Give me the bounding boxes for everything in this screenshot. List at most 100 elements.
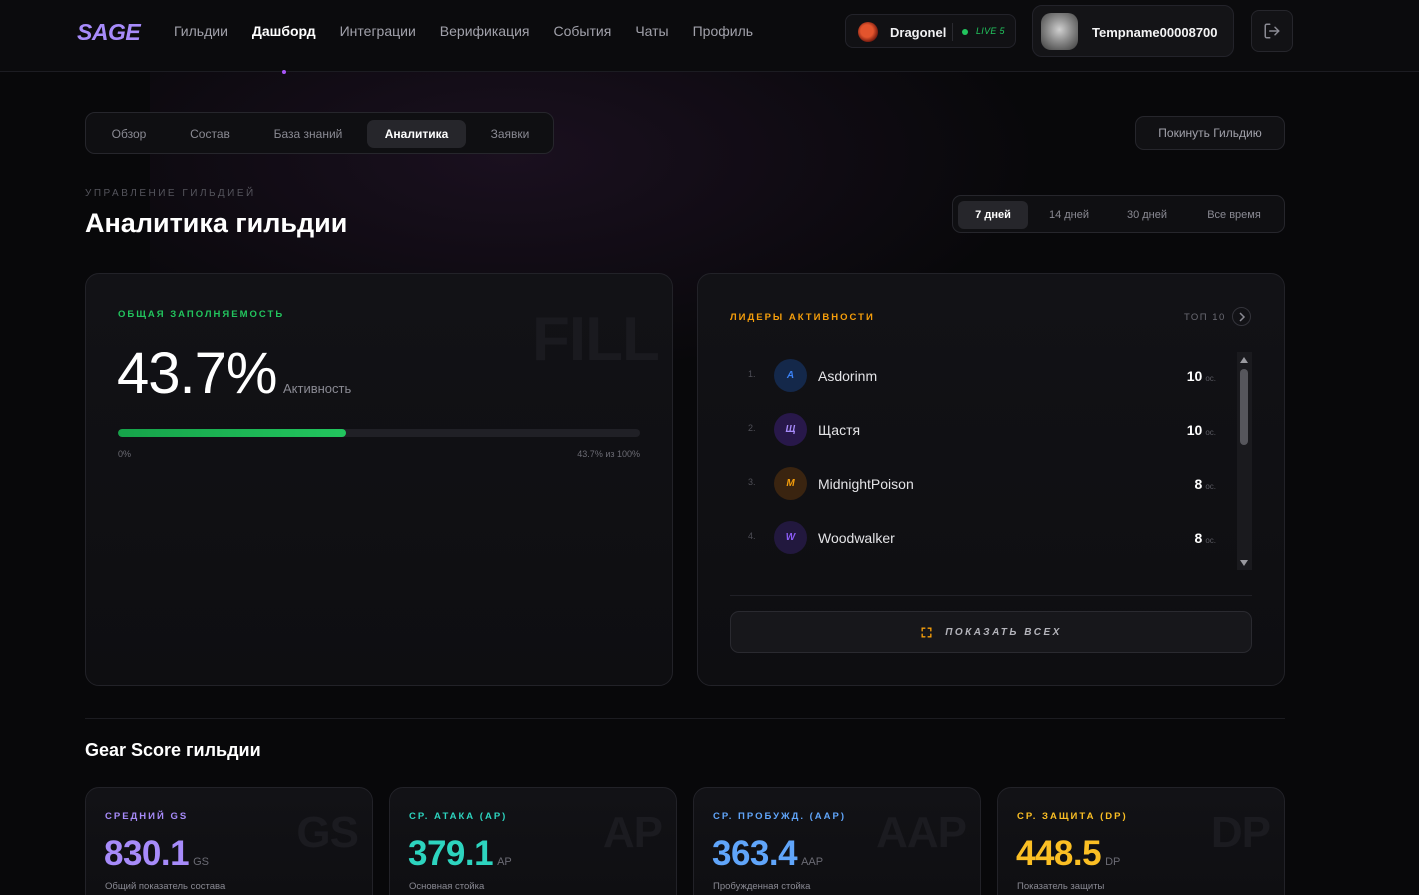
logout-icon xyxy=(1264,23,1280,39)
nav-item-guilds[interactable]: Гильдии xyxy=(174,23,228,39)
nav-item-events[interactable]: События xyxy=(554,23,612,39)
live-status-label: LIVE 5 xyxy=(976,26,1005,36)
server-divider xyxy=(952,23,953,41)
leaders-list: 1. A Asdorinm 10 ос. 2. Щ Щастя 10 ос. 3. … xyxy=(730,350,1220,570)
show-all-label: ПОКАЗАТЬ ВСЕХ xyxy=(945,626,1062,638)
scroll-down-icon[interactable] xyxy=(1240,560,1248,566)
stat-description: Общий показатель состава xyxy=(105,881,226,892)
fill-watermark: FILL xyxy=(532,305,660,374)
live-status-icon xyxy=(962,29,968,35)
leaders-card-label: ЛИДЕРЫ АКТИВНОСТИ xyxy=(730,312,875,323)
nav-item-chats[interactable]: Чаты xyxy=(635,23,668,39)
nav-item-profile[interactable]: Профиль xyxy=(693,23,753,39)
stat-card-average-dp: СР. ЗАЩИТА (DP) DP 448.5 DP Показатель за… xyxy=(997,787,1285,895)
page-eyebrow: УПРАВЛЕНИЕ ГИЛЬДИЕЙ xyxy=(85,188,256,199)
leader-name: MidnightPoison xyxy=(818,476,914,492)
leader-name: Woodwalker xyxy=(818,530,895,546)
user-profile-chip[interactable]: Tempname00008700 xyxy=(1032,5,1234,57)
server-name: Dragonel xyxy=(890,25,947,40)
leaders-scrollbar[interactable] xyxy=(1237,352,1252,570)
stat-watermark: DP xyxy=(1210,808,1271,857)
period-all-time[interactable]: Все время xyxy=(1189,201,1279,229)
chevron-right-icon xyxy=(1238,311,1245,322)
stat-watermark: GS xyxy=(296,808,359,857)
leader-name: Щастя xyxy=(818,422,861,438)
stat-card-average-gs: СРЕДНИЙ GS GS 830.1 GS Общий показатель с… xyxy=(85,787,373,895)
user-name: Tempname00008700 xyxy=(1092,25,1218,40)
top-navigation-bar: SAGE Гильдии Дашборд Интеграции Верифика… xyxy=(0,0,1419,74)
list-item[interactable]: 3. M MidnightPoison 8 ос. xyxy=(730,458,1220,512)
stat-watermark: AP xyxy=(602,808,663,857)
fill-rate-card: ОБЩАЯ ЗАПОЛНЯЕМОСТЬ FILL 43.7% Активност… xyxy=(85,273,673,686)
leader-rank: 3. xyxy=(748,477,756,487)
scroll-up-icon[interactable] xyxy=(1240,357,1248,363)
list-item[interactable]: 1. A Asdorinm 10 ос. xyxy=(730,350,1220,404)
tab-knowledge-base[interactable]: База знаний xyxy=(254,120,362,148)
avatar: A xyxy=(774,359,807,392)
stat-label: СРЕДНИЙ GS xyxy=(105,811,189,822)
leader-name: Asdorinm xyxy=(818,368,878,384)
stat-value: 363.4 AAP xyxy=(712,834,824,873)
server-selector[interactable]: Dragonel LIVE 5 xyxy=(845,14,1016,48)
stat-label: СР. ЗАЩИТА (DP) xyxy=(1017,811,1128,822)
section-divider xyxy=(85,718,1285,719)
leader-rank: 2. xyxy=(748,423,756,433)
leave-guild-button[interactable]: Покинуть Гильдию xyxy=(1135,116,1285,150)
progress-max-label: 43.7% из 100% xyxy=(577,449,640,459)
leader-rank: 1. xyxy=(748,369,756,379)
leaders-next-button[interactable] xyxy=(1232,307,1251,326)
avatar: W xyxy=(774,521,807,554)
nav-item-integrations[interactable]: Интеграции xyxy=(340,23,416,39)
stat-card-average-aap: СР. ПРОБУЖД. (AAP) AAP 363.4 AAP Пробужде… xyxy=(693,787,981,895)
period-14-days[interactable]: 14 дней xyxy=(1033,201,1105,229)
stat-card-average-ap: СР. АТАКА (AP) AP 379.1 AP Основная стойк… xyxy=(389,787,677,895)
fill-value-label: Активность xyxy=(283,381,352,396)
logout-button[interactable] xyxy=(1251,10,1293,52)
page-title: Аналитика гильдии xyxy=(85,208,348,238)
stat-description: Основная стойка xyxy=(409,881,485,892)
guild-tabs: Обзор Состав База знаний Аналитика Заявк… xyxy=(85,112,554,154)
stat-description: Пробужденная стойка xyxy=(713,881,811,892)
leader-score: 10 ос. xyxy=(1186,368,1216,384)
gear-score-title: Gear Score гильдии xyxy=(85,740,261,760)
main-nav: Гильдии Дашборд Интеграции Верификация С… xyxy=(174,23,753,39)
scrollbar-thumb[interactable] xyxy=(1240,369,1248,445)
stat-label: СР. АТАКА (AP) xyxy=(409,811,508,822)
fill-percentage: 43.7% xyxy=(117,341,277,406)
stat-description: Показатель защиты xyxy=(1017,881,1105,892)
leader-score: 8 ос. xyxy=(1194,530,1216,546)
fill-card-label: ОБЩАЯ ЗАПОЛНЯЕМОСТЬ xyxy=(118,309,285,320)
period-selector: 7 дней 14 дней 30 дней Все время xyxy=(952,195,1285,233)
active-nav-indicator xyxy=(282,70,286,74)
app-logo[interactable]: SAGE xyxy=(77,19,141,46)
leader-rank: 4. xyxy=(748,531,756,541)
leader-score: 8 ос. xyxy=(1194,476,1216,492)
expand-icon xyxy=(921,626,932,638)
tab-overview[interactable]: Обзор xyxy=(92,120,166,148)
progress-min-label: 0% xyxy=(118,449,132,459)
leader-score: 10 ос. xyxy=(1186,422,1216,438)
activity-leaders-card: ЛИДЕРЫ АКТИВНОСТИ ТОП 10 1. A Asdorinm 1… xyxy=(697,273,1285,686)
tab-analytics[interactable]: Аналитика xyxy=(367,120,466,148)
list-item[interactable]: 2. Щ Щастя 10 ос. xyxy=(730,404,1220,458)
period-30-days[interactable]: 30 дней xyxy=(1111,201,1183,229)
avatar: Щ xyxy=(774,413,807,446)
show-all-button[interactable]: ПОКАЗАТЬ ВСЕХ xyxy=(730,611,1252,653)
fill-progress-bar xyxy=(118,429,347,437)
stat-watermark: AAP xyxy=(876,808,967,857)
stat-value: 448.5 DP xyxy=(1016,834,1121,873)
period-7-days[interactable]: 7 дней xyxy=(958,201,1028,229)
server-emblem-icon xyxy=(858,22,878,42)
fill-progress-track xyxy=(118,429,640,437)
list-item[interactable]: 4. W Woodwalker 8 ос. xyxy=(730,512,1220,566)
tab-roster[interactable]: Состав xyxy=(172,120,248,148)
stat-label: СР. ПРОБУЖД. (AAP) xyxy=(713,811,846,822)
stat-value: 830.1 GS xyxy=(104,834,209,873)
nav-item-dashboard[interactable]: Дашборд xyxy=(252,23,316,39)
nav-item-verification[interactable]: Верификация xyxy=(440,23,530,39)
stat-value: 379.1 AP xyxy=(408,834,512,873)
avatar: M xyxy=(774,467,807,500)
top-count-label: ТОП 10 xyxy=(1184,312,1226,323)
leaders-divider xyxy=(730,595,1252,596)
tab-applications[interactable]: Заявки xyxy=(472,120,548,148)
